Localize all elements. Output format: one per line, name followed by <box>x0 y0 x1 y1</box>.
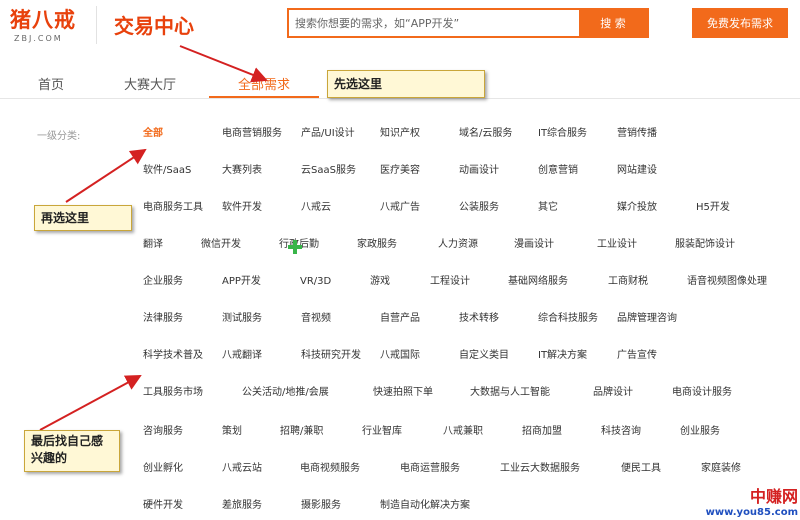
watermark-title: 中赚网 <box>749 487 798 506</box>
cursor-cross-icon <box>288 240 302 254</box>
annotation-note-first: 先选这里 <box>327 70 485 98</box>
arrow-to-all-requests-tab <box>179 45 268 83</box>
arrow-to-categories <box>39 375 142 431</box>
watermark-url: www.you85.com <box>705 507 798 518</box>
annotation-note-second: 再选这里 <box>34 205 132 231</box>
watermark: 中赚网 www.you85.com <box>686 483 798 518</box>
annotation-note-third-text: 最后找自己感兴趣的 <box>31 434 104 465</box>
annotation-note-third: 最后找自己感兴趣的 <box>24 430 120 472</box>
arrow-to-all-category <box>65 148 147 203</box>
annotation-note-first-text: 先选这里 <box>334 77 383 91</box>
annotation-note-second-text: 再选这里 <box>41 211 90 225</box>
